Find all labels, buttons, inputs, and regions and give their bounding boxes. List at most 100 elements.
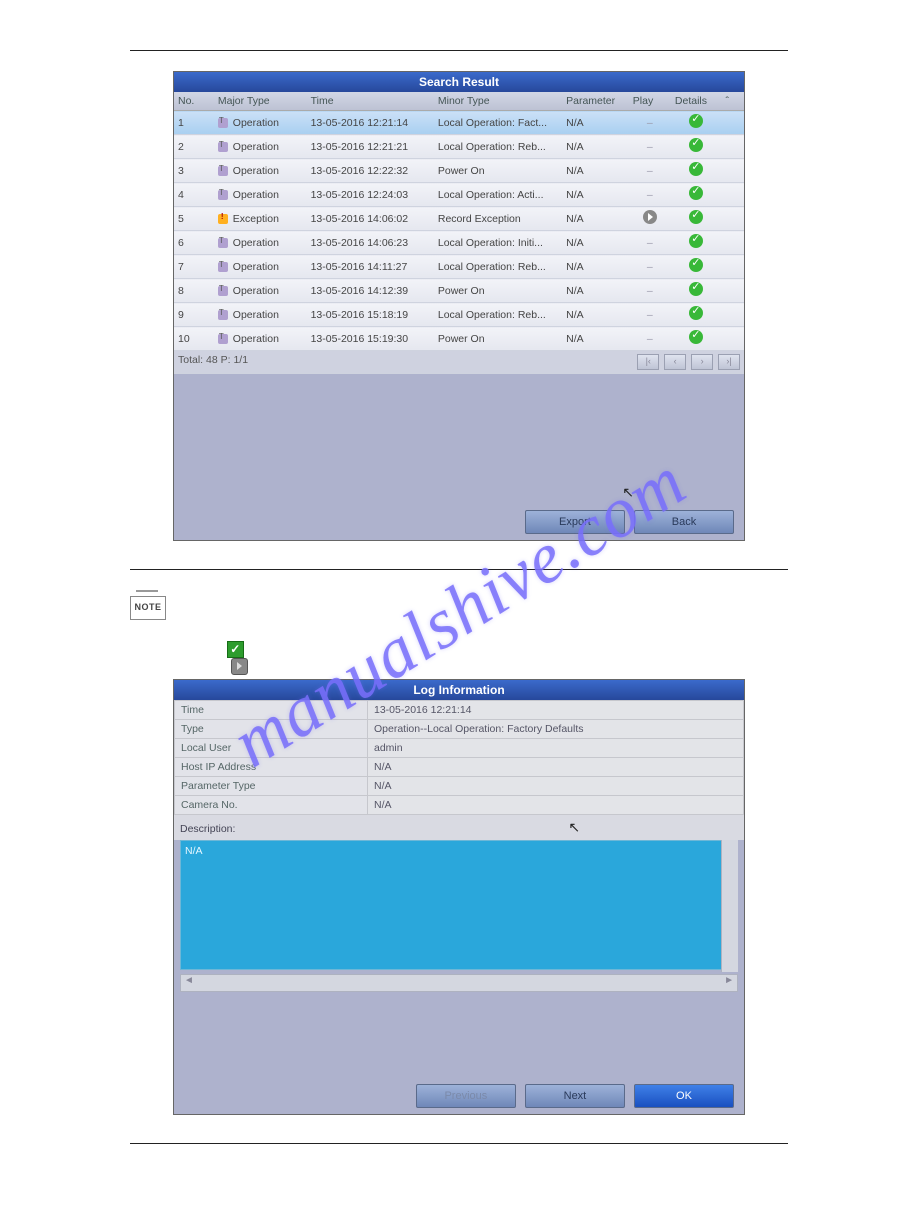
kv-key: Parameter Type — [175, 776, 368, 795]
cell-minor: Local Operation: Acti... — [434, 183, 562, 207]
scroll-track[interactable] — [721, 327, 744, 351]
cell-param: N/A — [562, 111, 629, 135]
cell-param: N/A — [562, 279, 629, 303]
cell-minor: Record Exception — [434, 207, 562, 231]
table-row[interactable]: 3 Operation13-05-2016 12:22:32Power OnN/… — [174, 159, 744, 183]
cell-major: Operation — [214, 135, 307, 159]
col-time[interactable]: Time — [307, 92, 434, 111]
cell-param: N/A — [562, 135, 629, 159]
cell-minor: Local Operation: Reb... — [434, 135, 562, 159]
table-row[interactable]: 2 Operation13-05-2016 12:21:21Local Oper… — [174, 135, 744, 159]
operation-icon — [218, 190, 228, 200]
back-button[interactable]: Back — [634, 510, 734, 534]
scroll-track[interactable] — [721, 159, 744, 183]
details-check-icon[interactable] — [689, 138, 703, 152]
cell-time: 13-05-2016 12:22:32 — [307, 159, 434, 183]
col-minor[interactable]: Minor Type — [434, 92, 562, 111]
details-check-icon[interactable] — [689, 186, 703, 200]
line3b: button to view the related video files i… — [251, 660, 484, 672]
scroll-track[interactable] — [721, 231, 744, 255]
details-check-icon[interactable] — [689, 162, 703, 176]
details-check-icon[interactable] — [689, 234, 703, 248]
details-check-icon[interactable] — [689, 306, 703, 320]
table-row[interactable]: 9 Operation13-05-2016 15:18:19Local Oper… — [174, 303, 744, 327]
cursor-icon: ↖ — [622, 484, 634, 501]
note-icon: NOTE — [130, 590, 164, 618]
previous-button[interactable]: Previous — [416, 1084, 516, 1108]
horizontal-scrollbar[interactable] — [180, 974, 738, 992]
table-row[interactable]: 10 Operation13-05-2016 15:19:30Power OnN… — [174, 327, 744, 351]
play-dash: – — [647, 237, 653, 249]
figure-caption-1: Figure 14. 8 Log Search Results — [130, 547, 788, 559]
export-button[interactable]: Export — [525, 510, 625, 534]
scroll-track[interactable] — [721, 303, 744, 327]
kv-value: N/A — [368, 757, 744, 776]
cell-time: 13-05-2016 14:06:23 — [307, 231, 434, 255]
details-check-icon[interactable] — [689, 258, 703, 272]
cell-major: Operation — [214, 279, 307, 303]
pager-last-icon[interactable]: ›| — [718, 354, 740, 370]
play-icon[interactable] — [643, 210, 657, 224]
next-button[interactable]: Next — [525, 1084, 625, 1108]
play-dash: – — [647, 141, 653, 153]
cell-major: Operation — [214, 303, 307, 327]
cell-minor: Local Operation: Initi... — [434, 231, 562, 255]
col-no[interactable]: No. — [174, 92, 214, 111]
cell-param: N/A — [562, 159, 629, 183]
table-row[interactable]: 4 Operation13-05-2016 12:24:03Local Oper… — [174, 183, 744, 207]
scroll-track[interactable] — [721, 111, 744, 135]
table-row[interactable]: 5 Exception13-05-2016 14:06:02Record Exc… — [174, 207, 744, 231]
kv-row: TypeOperation--Local Operation: Factory … — [175, 719, 744, 738]
pager-prev-icon[interactable]: ‹ — [664, 354, 686, 370]
scroll-track[interactable] — [721, 279, 744, 303]
operation-icon — [218, 238, 228, 248]
mid-rule — [130, 569, 788, 570]
cell-param: N/A — [562, 207, 629, 231]
details-check-icon[interactable] — [689, 282, 703, 296]
details-check-icon — [227, 641, 244, 658]
cell-details — [671, 207, 722, 231]
description-box: N/A — [180, 840, 738, 970]
details-check-icon[interactable] — [689, 114, 703, 128]
table-row[interactable]: 1 Operation13-05-2016 12:21:14Local Oper… — [174, 111, 744, 135]
play-dash: – — [647, 261, 653, 273]
details-check-icon[interactable] — [689, 210, 703, 224]
col-param[interactable]: Parameter — [562, 92, 629, 111]
col-details[interactable]: Details — [671, 92, 722, 111]
cell-no: 5 — [174, 207, 214, 231]
top-rule — [130, 50, 788, 51]
exception-icon — [218, 214, 228, 224]
cell-time: 13-05-2016 14:06:02 — [307, 207, 434, 231]
col-major[interactable]: Major Type — [214, 92, 307, 111]
ok-button[interactable]: OK — [634, 1084, 734, 1108]
table-row[interactable]: 7 Operation13-05-2016 14:11:27Local Oper… — [174, 255, 744, 279]
pager-next-icon[interactable]: › — [691, 354, 713, 370]
cell-major: Operation — [214, 231, 307, 255]
details-check-icon[interactable] — [689, 330, 703, 344]
scroll-track[interactable] — [721, 183, 744, 207]
play-dash: – — [647, 189, 653, 201]
scroll-track[interactable] — [721, 255, 744, 279]
table-row[interactable]: 8 Operation13-05-2016 14:12:39Power OnN/… — [174, 279, 744, 303]
vertical-scrollbar[interactable] — [721, 840, 738, 972]
pager-buttons[interactable]: |‹ ‹ › ›| — [635, 354, 740, 370]
cell-minor: Power On — [434, 279, 562, 303]
cell-param: N/A — [562, 183, 629, 207]
col-play[interactable]: Play — [629, 92, 671, 111]
cell-major: Operation — [214, 111, 307, 135]
cell-time: 13-05-2016 14:12:39 — [307, 279, 434, 303]
kv-key: Time — [175, 700, 368, 719]
pager-first-icon[interactable]: |‹ — [637, 354, 659, 370]
cursor-icon-2: ↖ — [568, 819, 580, 835]
cell-details — [671, 183, 722, 207]
scroll-track[interactable] — [721, 207, 744, 231]
kv-key: Host IP Address — [175, 757, 368, 776]
panel2-title: Log Information — [174, 680, 744, 700]
scroll-up-icon[interactable]: ˆ — [721, 92, 744, 111]
cell-minor: Local Operation: Reb... — [434, 255, 562, 279]
scroll-track[interactable] — [721, 135, 744, 159]
cell-play: – — [629, 159, 671, 183]
panel1-title: Search Result — [174, 72, 744, 92]
table-row[interactable]: 6 Operation13-05-2016 14:06:23Local Oper… — [174, 231, 744, 255]
cell-details — [671, 279, 722, 303]
